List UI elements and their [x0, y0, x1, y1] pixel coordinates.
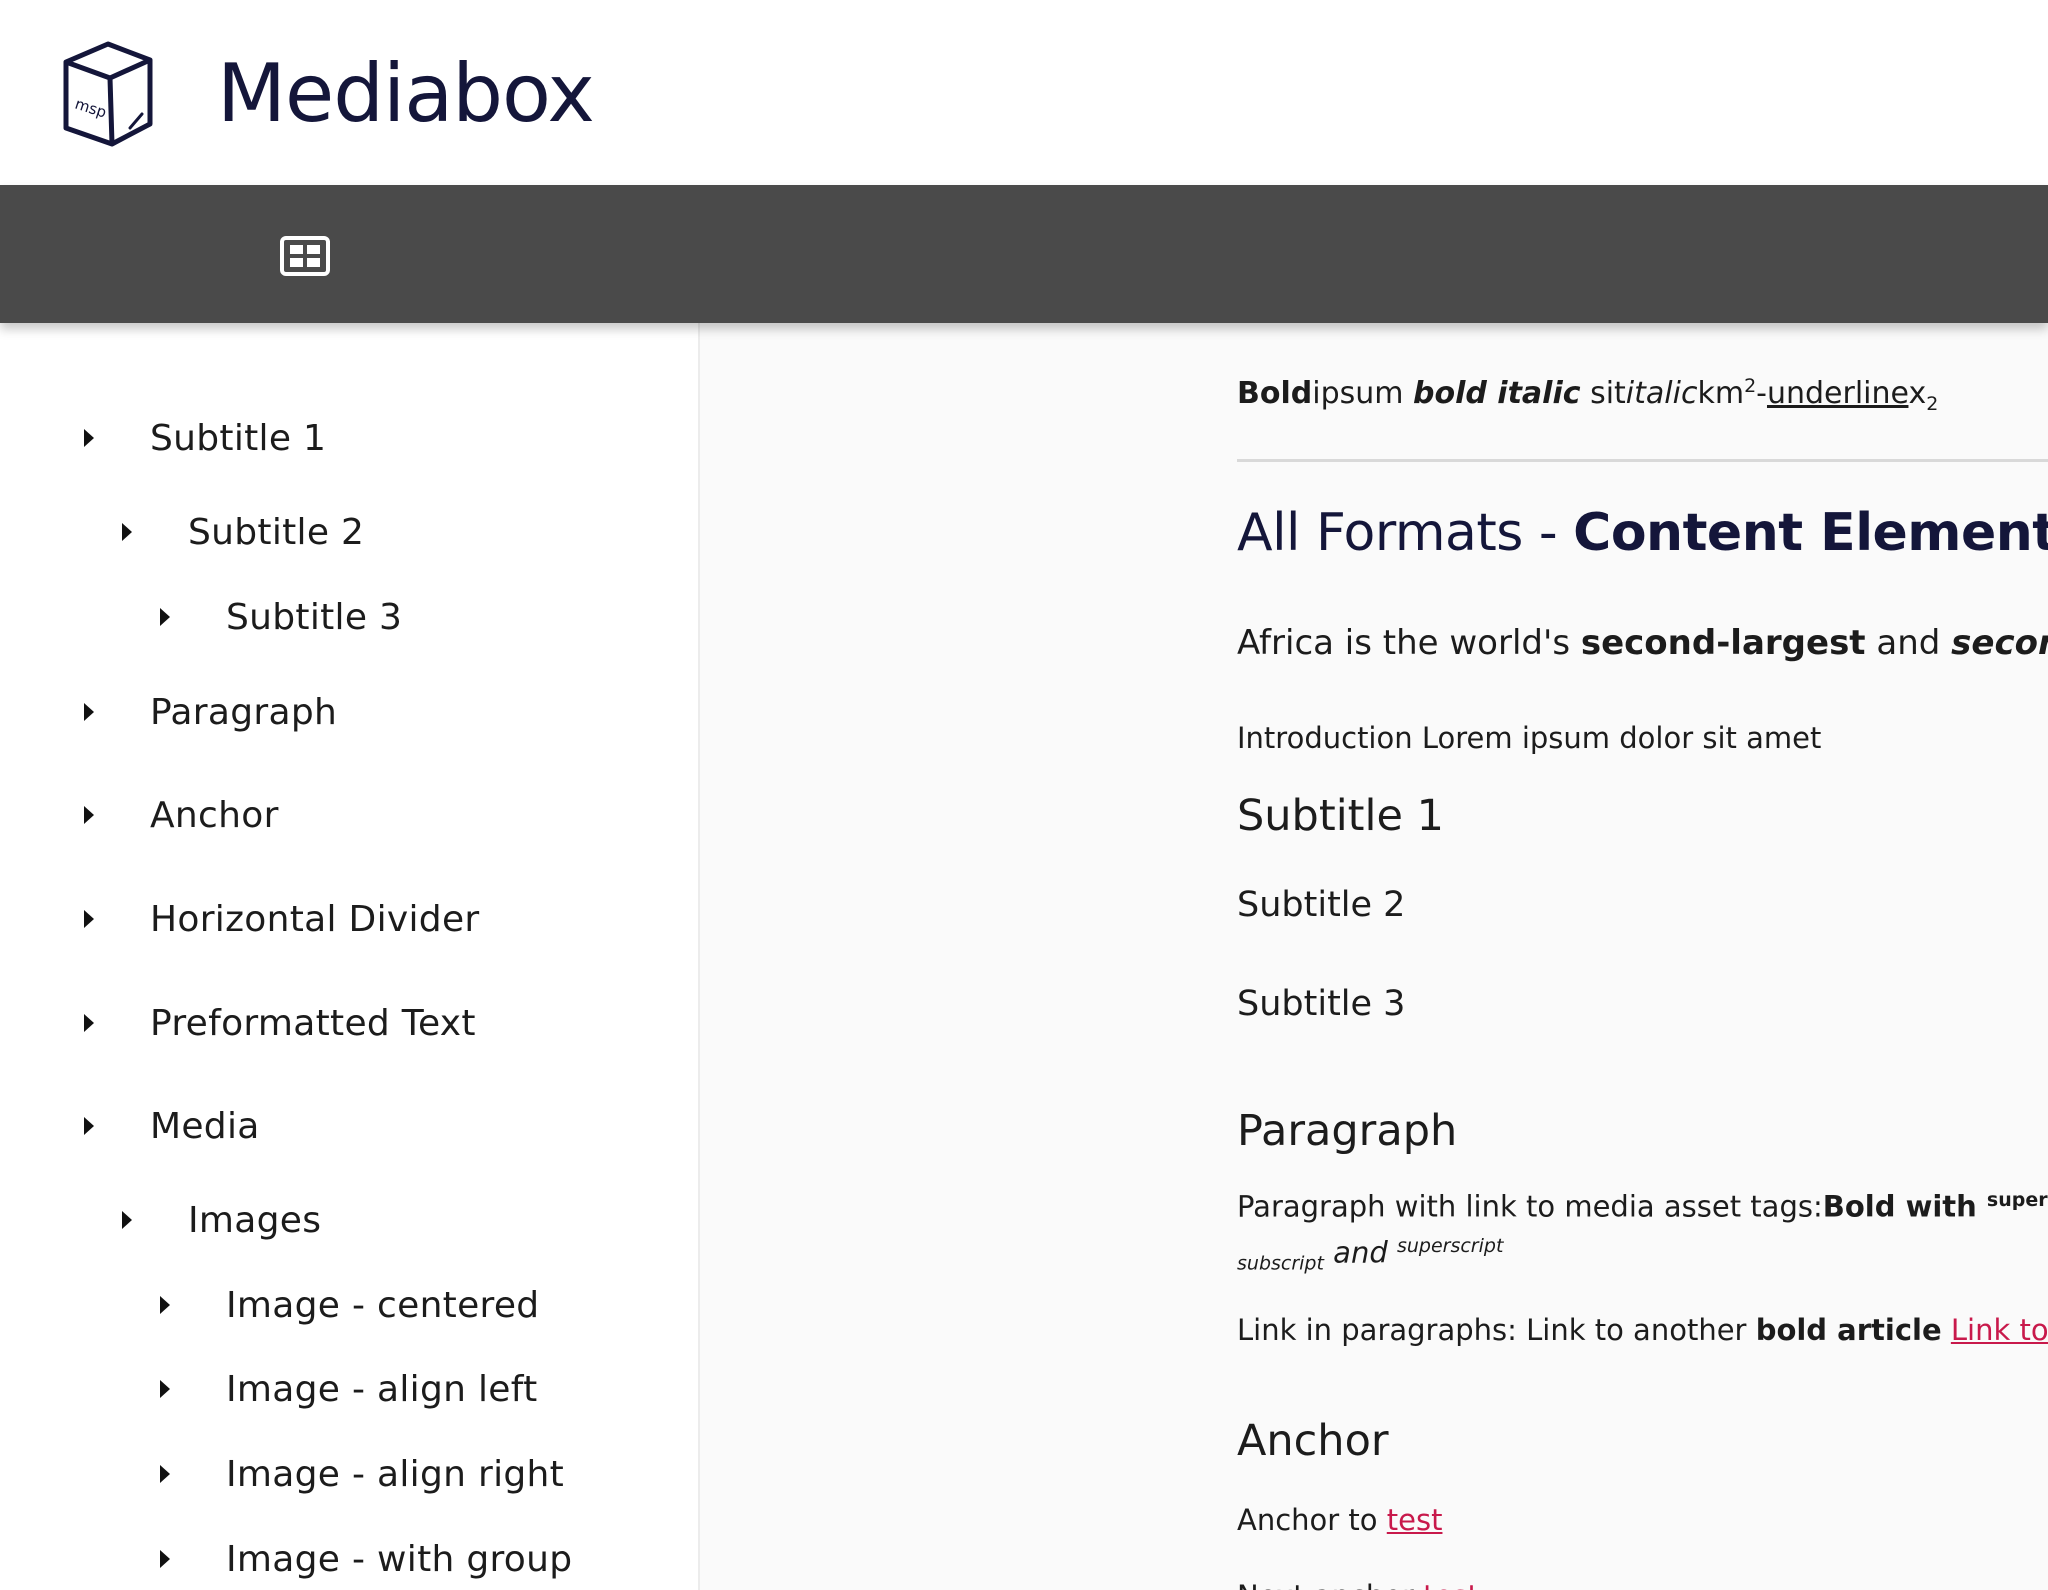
app-header: msp Mediabox — [0, 0, 2048, 185]
dash-text: - — [1756, 376, 1767, 411]
format-sample-line: Boldipsum bold italic sititalickm2-under… — [1237, 375, 1938, 415]
toc-item-image-align-right[interactable]: Image - align right — [160, 1449, 564, 1499]
italic-text: italic — [1625, 376, 1698, 411]
paragraph-text: Paragraph with link to media asset tags: — [1237, 1189, 1823, 1224]
toc-item-subtitle-3[interactable]: Subtitle 3 — [160, 592, 402, 642]
lead-paragraph: Africa is the world's second-largest and… — [1237, 623, 2048, 663]
caret-right-icon — [84, 429, 94, 447]
sidebar-toc: Subtitle 1 Subtitle 2 Subtitle 3 Paragra… — [0, 323, 700, 1590]
toc-item-label: Paragraph — [150, 691, 338, 733]
unit-text: km — [1697, 376, 1745, 411]
toc-item-label: Subtitle 1 — [150, 417, 327, 459]
caret-right-icon — [160, 608, 170, 626]
bold-text: Bold — [1237, 376, 1313, 411]
anchor-link[interactable]: test — [1423, 1579, 1479, 1590]
toc-item-label: Media — [150, 1105, 260, 1147]
paragraph-text: Link in paragraphs: Link to another — [1237, 1313, 1756, 1347]
article-content: Boldipsum bold italic sititalickm2-under… — [700, 323, 2048, 1590]
paragraph-media-tags-continued: subscript and superscript — [1237, 1235, 1503, 1274]
page-title-bold: Content Elements — [1573, 503, 2048, 563]
caret-right-icon — [160, 1550, 170, 1568]
paragraph-italic: and — [1323, 1235, 1397, 1270]
paragraph-text: Next anchor — [1237, 1579, 1423, 1590]
bold-italic-text: bold italic — [1413, 376, 1581, 411]
toc-item-images[interactable]: Images — [122, 1195, 321, 1245]
toc-item-label: Images — [188, 1199, 322, 1241]
caret-right-icon — [160, 1296, 170, 1314]
heading-subtitle-2: Subtitle 2 — [1237, 885, 1406, 925]
heading-paragraph: Paragraph — [1237, 1106, 1458, 1156]
toc-item-label: Image - with group — [226, 1538, 573, 1580]
caret-right-icon — [160, 1380, 170, 1398]
paragraph-subscript: subscript — [1237, 1252, 1324, 1275]
subscript-text: 2 — [1926, 393, 1939, 415]
toc-item-label: Image - centered — [226, 1284, 540, 1326]
var-text: x — [1908, 376, 1927, 411]
page-title-normal: All Formats - — [1237, 503, 1574, 563]
anchor-link[interactable]: test — [1387, 1503, 1443, 1537]
heading-subtitle-1: Subtitle 1 — [1237, 791, 1444, 841]
caret-right-icon — [84, 910, 94, 928]
paragraph-bold: bold article — [1755, 1313, 1942, 1347]
toc-item-image-align-left[interactable]: Image - align left — [160, 1364, 538, 1414]
heading-subtitle-3: Subtitle 3 — [1237, 984, 1406, 1024]
external-link[interactable]: Link to exte — [1951, 1313, 2048, 1347]
toc-item-media[interactable]: Media — [84, 1101, 260, 1151]
paragraph-media-tags: Paragraph with link to media asset tags:… — [1237, 1189, 2048, 1224]
horizontal-divider — [1237, 459, 2048, 462]
mediabox-logo-icon[interactable]: msp — [46, 32, 170, 156]
paragraph-superscript: superscript — [1396, 1235, 1504, 1257]
page-title: All Formats - Content Elements — [1237, 503, 2048, 563]
lead-bold: second-largest — [1580, 623, 1866, 663]
caret-right-icon — [84, 1014, 94, 1032]
caret-right-icon — [122, 523, 132, 541]
plain-text: sit — [1580, 376, 1626, 411]
toc-item-image-with-group[interactable]: Image - with group — [160, 1534, 572, 1584]
introduction-text: Introduction Lorem ipsum dolor sit amet — [1237, 721, 1822, 755]
toc-item-label: Subtitle 2 — [188, 511, 365, 553]
toolbar — [0, 185, 2048, 323]
toc-item-label: Preformatted Text — [150, 1002, 476, 1044]
next-anchor-paragraph: Next anchor test — [1237, 1579, 1479, 1590]
toc-item-paragraph[interactable]: Paragraph — [84, 687, 337, 737]
paragraph-bold: Bold with — [1822, 1189, 1987, 1224]
caret-right-icon — [160, 1465, 170, 1483]
underline-text: underline — [1766, 376, 1909, 411]
table-of-contents-icon[interactable] — [279, 235, 331, 277]
toc-item-anchor[interactable]: Anchor — [84, 790, 279, 840]
paragraph-space — [1942, 1313, 1951, 1347]
toc-item-label: Image - align right — [226, 1453, 565, 1495]
plain-text: ipsum — [1312, 376, 1414, 411]
heading-anchor: Anchor — [1237, 1416, 1389, 1466]
paragraph-links: Link in paragraphs: Link to another bold… — [1237, 1313, 2048, 1347]
caret-right-icon — [84, 1117, 94, 1135]
toc-item-label: Anchor — [150, 794, 279, 836]
lead-text: Africa is the world's — [1237, 623, 1581, 663]
caret-right-icon — [84, 703, 94, 721]
toc-item-label: Image - align left — [226, 1368, 538, 1410]
lead-text: and — [1865, 623, 1952, 663]
app-title: Mediabox — [217, 47, 595, 140]
toc-item-horizontal-divider[interactable]: Horizontal Divider — [84, 894, 480, 944]
paragraph-text: Anchor to — [1237, 1503, 1387, 1537]
anchor-paragraph: Anchor to test — [1237, 1503, 1442, 1537]
toc-item-label: Subtitle 3 — [226, 596, 403, 638]
caret-right-icon — [122, 1211, 132, 1229]
toc-item-subtitle-1[interactable]: Subtitle 1 — [84, 413, 326, 463]
paragraph-superscript: superscrip — [1986, 1189, 2048, 1211]
caret-right-icon — [84, 806, 94, 824]
logo-text: msp — [73, 95, 109, 122]
superscript-text: 2 — [1744, 375, 1757, 397]
lead-bold-italic: second-mo — [1951, 623, 2048, 663]
toc-item-preformatted-text[interactable]: Preformatted Text — [84, 998, 476, 1048]
toc-item-subtitle-2[interactable]: Subtitle 2 — [122, 507, 364, 557]
toc-item-image-centered[interactable]: Image - centered — [160, 1280, 539, 1330]
toc-item-label: Horizontal Divider — [150, 898, 480, 940]
